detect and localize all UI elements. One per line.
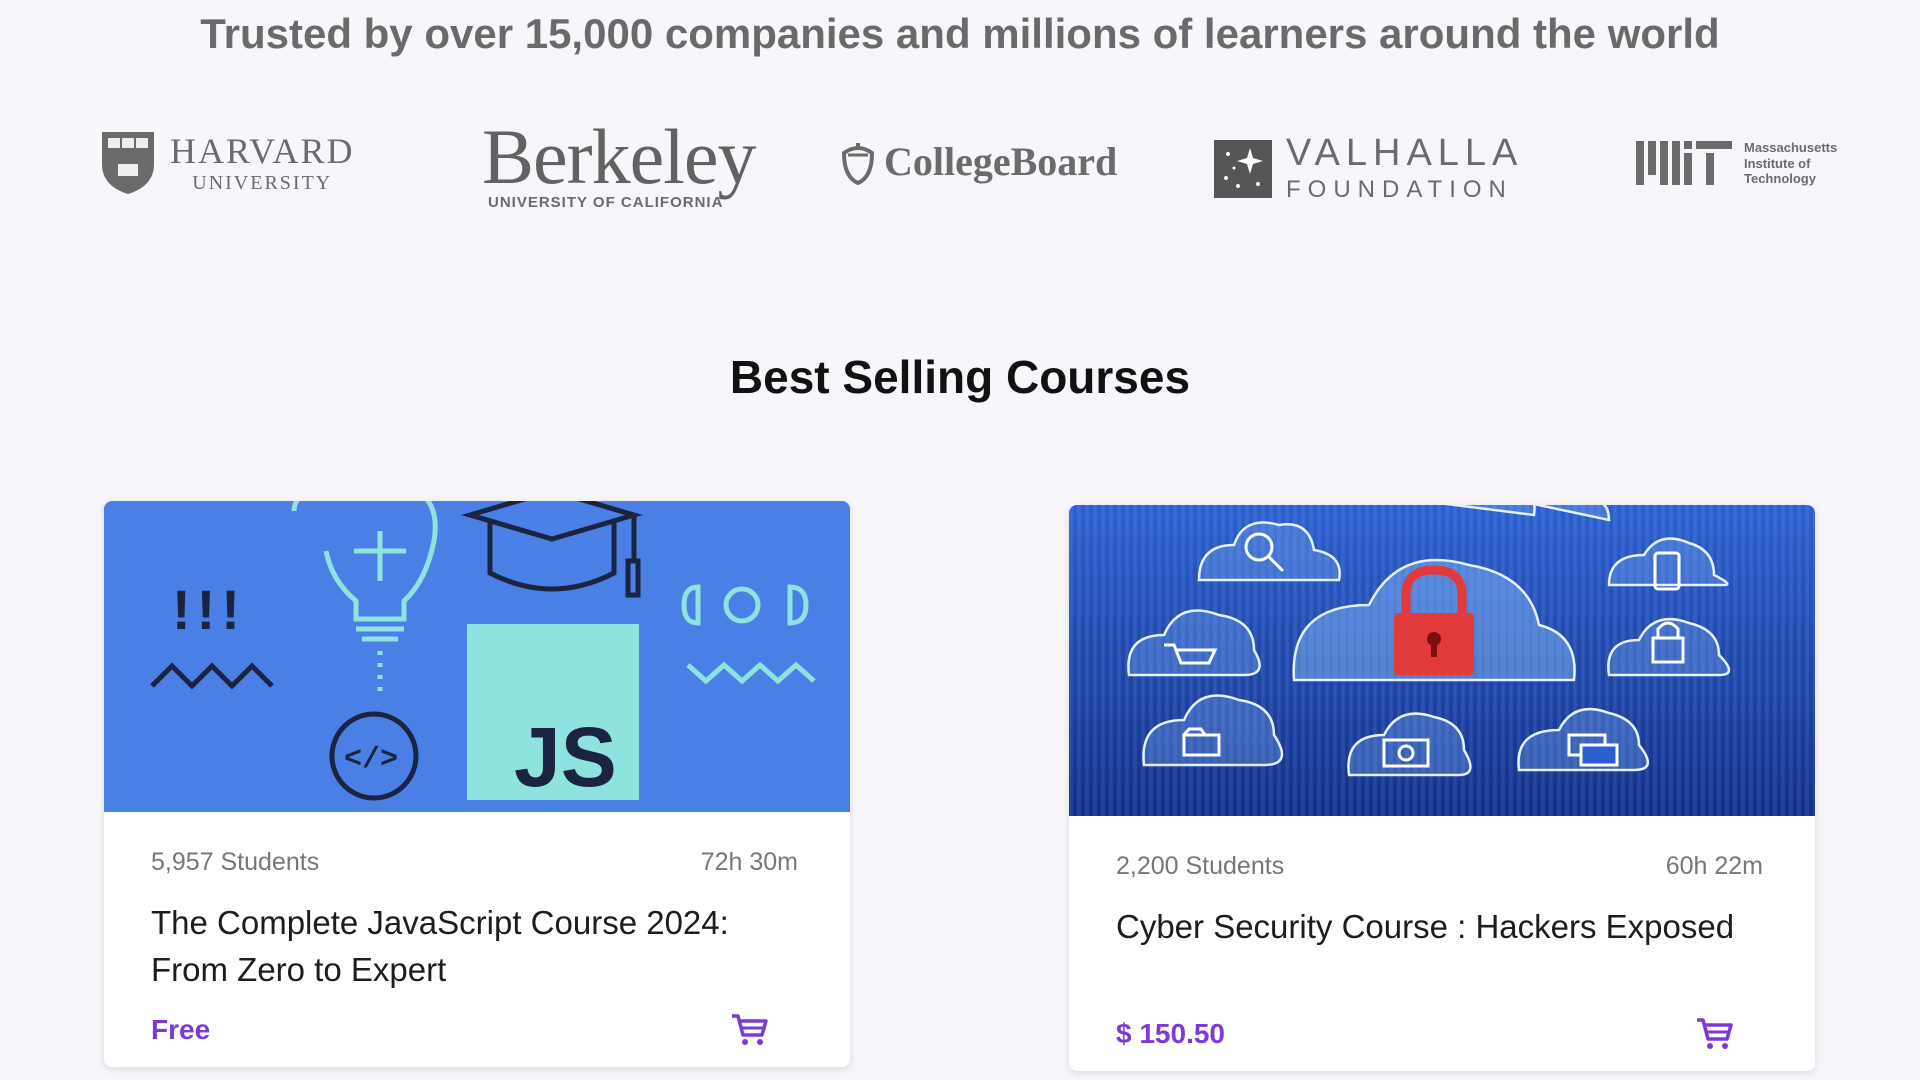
course-thumbnail[interactable] bbox=[1069, 505, 1815, 816]
berkeley-sub: UNIVERSITY OF CALIFORNIA bbox=[488, 194, 724, 212]
course-card[interactable]: 2,200 Students 60h 22m Cyber Security Co… bbox=[1069, 505, 1815, 1071]
harvard-name: HARVARD bbox=[170, 131, 355, 171]
mit-logo: Massachusetts Institute of Technology bbox=[1636, 140, 1837, 187]
svg-text:</>: </> bbox=[344, 743, 398, 777]
mit-line2: Institute of bbox=[1744, 155, 1811, 171]
mit-line1: Massachusetts bbox=[1744, 140, 1838, 155]
cart-icon[interactable] bbox=[730, 1013, 768, 1047]
course-duration: 72h 30m bbox=[700, 848, 798, 876]
trusted-heading: Trusted by over 15,000 companies and mil… bbox=[200, 10, 1720, 57]
course-title[interactable]: The Complete JavaScript Course 2024: Fro… bbox=[151, 899, 798, 999]
berkeley-logo: Berkeley UNIVERSITY OF CALIFORNIA bbox=[482, 113, 757, 212]
berkeley-name: Berkeley bbox=[482, 113, 757, 200]
harvard-sub: UNIVERSITY bbox=[192, 172, 333, 194]
cart-icon[interactable] bbox=[1695, 1017, 1733, 1051]
partner-logos: HARVARD UNIVERSITY Berkeley UNIVERSITY O… bbox=[0, 113, 1920, 220]
course-card[interactable]: !!! </> JS 5,957 Students 72h 30m The Co… bbox=[104, 501, 850, 1067]
star-field-icon bbox=[1214, 140, 1272, 198]
student-count: 5,957 Students bbox=[151, 848, 320, 876]
valhalla-sub: FOUNDATION bbox=[1286, 176, 1513, 203]
course-price: Free bbox=[151, 1014, 211, 1045]
acorn-icon bbox=[841, 142, 875, 185]
student-count: 2,200 Students bbox=[1116, 852, 1285, 880]
valhalla-name: VALHALLA bbox=[1286, 132, 1524, 174]
course-price: $ 150.50 bbox=[1116, 1018, 1225, 1049]
harvard-logo: HARVARD UNIVERSITY bbox=[100, 130, 355, 196]
course-duration: 60h 22m bbox=[1665, 852, 1763, 880]
mit-logo-icon bbox=[1636, 141, 1732, 186]
exclaim-marks: !!! bbox=[172, 578, 246, 641]
js-label: JS bbox=[514, 710, 617, 804]
collegeboard-logo: CollegeBoard bbox=[838, 138, 1117, 185]
valhalla-logo: VALHALLA FOUNDATION bbox=[1214, 134, 1523, 204]
shield-icon bbox=[102, 132, 154, 194]
mit-line3: Technology bbox=[1744, 171, 1816, 187]
course-title[interactable]: Cyber Security Course : Hackers Exposed bbox=[1116, 903, 1763, 1003]
course-thumbnail[interactable]: !!! </> JS bbox=[104, 501, 850, 812]
section-title: Best Selling Courses bbox=[729, 351, 1191, 403]
collegeboard-name: CollegeBoard bbox=[884, 139, 1118, 184]
